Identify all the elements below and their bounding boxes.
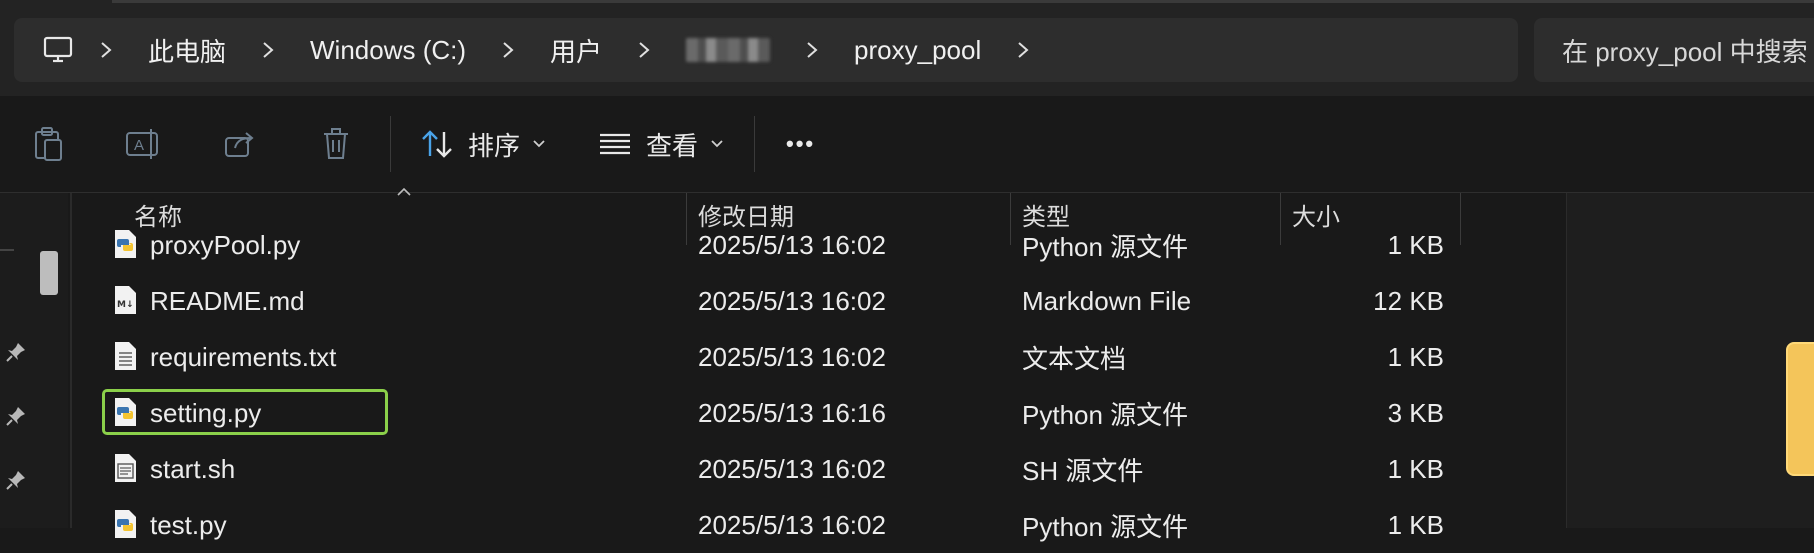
file-size: 1 KB: [1387, 229, 1444, 260]
view-icon: [598, 132, 632, 156]
file-size: 12 KB: [1373, 285, 1444, 316]
text-file-icon: [115, 342, 136, 370]
pin-icon[interactable]: [4, 468, 28, 492]
share-icon[interactable]: [216, 120, 264, 168]
sort-ascending-icon: [397, 187, 411, 196]
view-label: 查看: [646, 130, 699, 161]
pin-icon[interactable]: [4, 404, 28, 428]
file-row[interactable]: test.py 2025/5/13 16:02 Python 源文件 1 KB: [72, 497, 1552, 553]
file-type: Markdown File: [1022, 285, 1192, 316]
svg-text:A: A: [134, 137, 144, 154]
file-modified: 2025/5/13 16:02: [698, 341, 886, 372]
python-file-icon: [115, 398, 136, 426]
file-type: Python 源文件: [1022, 511, 1189, 542]
view-button[interactable]: 查看: [598, 120, 724, 168]
chevron-right-icon[interactable]: [626, 40, 662, 60]
chevron-right-icon[interactable]: [1005, 40, 1041, 60]
navigation-pane: [0, 193, 68, 528]
file-list: 名称 修改日期 类型 大小 proxyPool.py 2025/5/13 16:…: [72, 187, 1630, 542]
details-pane: [1566, 193, 1814, 528]
breadcrumb-current-folder[interactable]: proxy_pool: [838, 35, 997, 66]
file-type: SH 源文件: [1022, 455, 1144, 486]
file-row[interactable]: M↓ README.md 2025/5/13 16:02 Markdown Fi…: [72, 273, 1552, 329]
breadcrumb-this-pc[interactable]: 此电脑: [132, 32, 242, 69]
sort-button[interactable]: 排序: [420, 120, 546, 168]
sort-icon: [420, 128, 454, 160]
chevron-right-icon[interactable]: [250, 40, 286, 60]
svg-text:M↓: M↓: [117, 300, 134, 310]
breadcrumb[interactable]: 此电脑 Windows (C:) 用户 proxy_pool: [14, 18, 1518, 82]
computer-icon[interactable]: [36, 28, 80, 72]
file-type: 文本文档: [1022, 343, 1127, 374]
file-type: Python 源文件: [1022, 231, 1189, 262]
file-modified: 2025/5/13 16:02: [698, 453, 886, 484]
command-bar: A 排序 查看 •••: [0, 96, 1814, 193]
paste-icon[interactable]: [24, 120, 72, 168]
python-file-icon: [115, 510, 136, 538]
shell-file-icon: [115, 454, 136, 482]
toolbar-divider: [754, 116, 755, 172]
file-modified: 2025/5/13 16:02: [698, 229, 886, 260]
file-size: 1 KB: [1387, 341, 1444, 372]
file-size: 1 KB: [1387, 509, 1444, 540]
sort-label: 排序: [468, 130, 521, 161]
rename-icon[interactable]: A: [120, 120, 168, 168]
chevron-right-icon[interactable]: [88, 40, 124, 60]
breadcrumb-users[interactable]: 用户: [534, 32, 618, 69]
title-bar-edge: [112, 0, 1814, 3]
more-icon[interactable]: •••: [786, 120, 815, 168]
address-bar-area: 此电脑 Windows (C:) 用户 proxy_pool 在 proxy_p…: [0, 0, 1814, 96]
file-name: test.py: [150, 509, 227, 540]
file-modified: 2025/5/13 16:02: [698, 509, 886, 540]
chevron-down-icon: [532, 139, 546, 149]
file-row[interactable]: proxyPool.py 2025/5/13 16:02 Python 源文件 …: [72, 217, 1552, 273]
file-type: Python 源文件: [1022, 399, 1189, 430]
nav-divider: [0, 249, 14, 251]
file-name: requirements.txt: [150, 341, 337, 372]
file-size: 1 KB: [1387, 453, 1444, 484]
pin-icon[interactable]: [4, 340, 28, 364]
nav-scrollbar-thumb[interactable]: [40, 251, 58, 295]
file-modified: 2025/5/13 16:02: [698, 285, 886, 316]
file-name: README.md: [150, 285, 305, 316]
python-file-icon: [115, 230, 136, 258]
search-input[interactable]: 在 proxy_pool 中搜索: [1534, 18, 1814, 82]
search-placeholder: 在 proxy_pool 中搜索: [1562, 36, 1808, 67]
breadcrumb-drive-c[interactable]: Windows (C:): [294, 35, 482, 66]
file-name: proxyPool.py: [150, 229, 301, 260]
breadcrumb-username-redacted[interactable]: [686, 38, 771, 62]
chevron-down-icon: [710, 139, 724, 149]
chevron-right-icon[interactable]: [490, 40, 526, 60]
file-name: setting.py: [150, 397, 262, 428]
folder-icon: [1786, 342, 1814, 476]
file-modified: 2025/5/13 16:16: [698, 397, 886, 428]
file-size: 3 KB: [1387, 397, 1444, 428]
delete-icon[interactable]: [312, 120, 360, 168]
chevron-right-icon[interactable]: [794, 40, 830, 60]
file-name: start.sh: [150, 453, 236, 484]
file-row[interactable]: setting.py 2025/5/13 16:16 Python 源文件 3 …: [72, 385, 1552, 441]
markdown-file-icon: M↓: [115, 286, 136, 314]
file-row[interactable]: start.sh 2025/5/13 16:02 SH 源文件 1 KB: [72, 441, 1552, 497]
file-row[interactable]: requirements.txt 2025/5/13 16:02 文本文档 1 …: [72, 329, 1552, 385]
toolbar-divider: [390, 116, 391, 172]
